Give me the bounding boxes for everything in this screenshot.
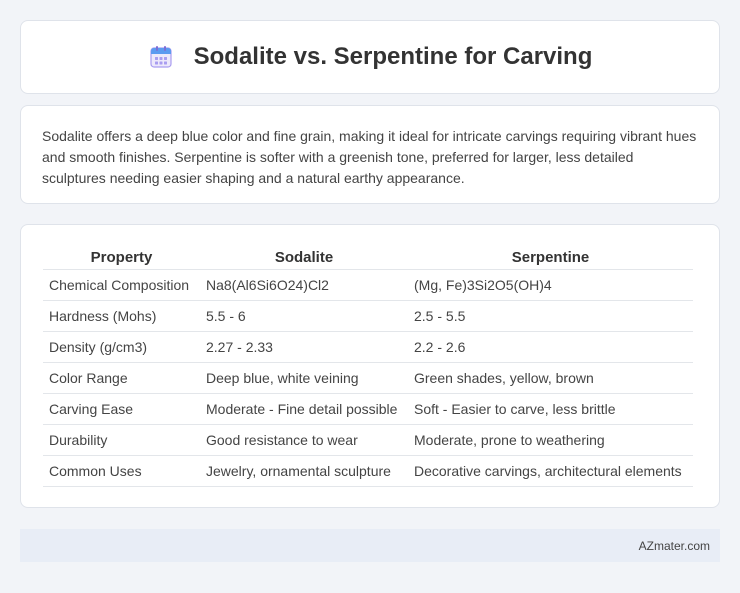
cell-property: Durability (43, 423, 200, 455)
header-property: Property (90, 249, 153, 267)
cell-serpentine: Moderate, prone to weathering (408, 423, 693, 455)
table-row: Hardness (Mohs) 5.5 - 6 2.5 - 5.5 (43, 299, 693, 331)
cell-sodalite: 2.27 - 2.33 (200, 330, 408, 362)
cell-sodalite: Deep blue, white veining (200, 361, 408, 393)
cell-property: Common Uses (43, 454, 200, 487)
cell-property: Hardness (Mohs) (43, 299, 200, 331)
cell-serpentine: (Mg, Fe)3Si2O5(OH)4 (408, 268, 693, 300)
cell-property: Color Range (43, 361, 200, 393)
table-row: Color Range Deep blue, white veining Gre… (43, 361, 693, 393)
page-title: Sodalite vs. Serpentine for Carving (193, 43, 593, 70)
cell-serpentine: Green shades, yellow, brown (408, 361, 693, 393)
table-row: Chemical Composition Na8(Al6Si6O24)Cl2 (… (43, 268, 693, 300)
title-card: Sodalite vs. Serpentine for Carving (20, 20, 720, 94)
description-card: Sodalite offers a deep blue color and fi… (20, 105, 720, 204)
cell-serpentine: Soft - Easier to carve, less brittle (408, 392, 693, 424)
cell-sodalite: 5.5 - 6 (200, 299, 408, 331)
header-serpentine: Serpentine (511, 249, 590, 267)
cell-serpentine: Decorative carvings, architectural eleme… (408, 454, 693, 487)
cell-serpentine: 2.2 - 2.6 (408, 330, 693, 362)
footer-bar: AZmater.com (20, 529, 720, 562)
table-row: Common Uses Jewelry, ornamental sculptur… (43, 454, 693, 487)
cell-serpentine: 2.5 - 5.5 (408, 299, 693, 331)
comparison-table: Property Sodalite Serpentine Chemical Co… (43, 245, 693, 487)
table-row: Carving Ease Moderate - Fine detail poss… (43, 392, 693, 424)
table-row: Durability Good resistance to wear Moder… (43, 423, 693, 455)
cell-property: Chemical Composition (43, 268, 200, 300)
cell-property: Density (g/cm3) (43, 330, 200, 362)
table-row: Density (g/cm3) 2.27 - 2.33 2.2 - 2.6 (43, 330, 693, 362)
description-text: Sodalite offers a deep blue color and fi… (42, 128, 697, 186)
cell-sodalite: Jewelry, ornamental sculpture (200, 454, 408, 487)
cell-sodalite: Good resistance to wear (200, 423, 408, 455)
comparison-table-card: Property Sodalite Serpentine Chemical Co… (20, 224, 720, 508)
table-header-row: Property Sodalite Serpentine (43, 245, 693, 269)
footer-site-link[interactable]: AZmater.com (639, 539, 710, 553)
cell-sodalite: Moderate - Fine detail possible (200, 392, 408, 424)
header-sodalite: Sodalite (274, 249, 334, 267)
cell-property: Carving Ease (43, 392, 200, 424)
cell-sodalite: Na8(Al6Si6O24)Cl2 (200, 268, 408, 300)
calendar-icon (148, 44, 174, 70)
